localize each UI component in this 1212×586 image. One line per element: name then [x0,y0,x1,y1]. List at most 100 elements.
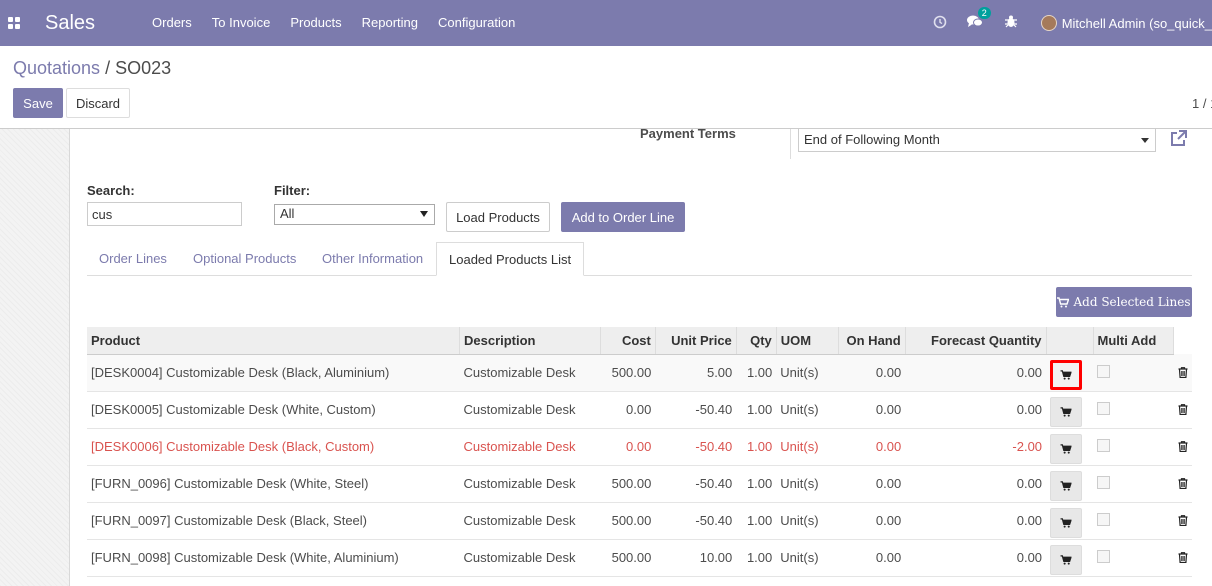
col-qty[interactable]: Qty [736,327,777,355]
cell-delete [1173,539,1192,577]
apps-grid-icon[interactable] [0,0,28,46]
add-selected-lines-button[interactable]: Add Selected Lines [1056,287,1192,317]
discard-button[interactable]: Discard [66,88,130,118]
col-unit-price[interactable]: Unit Price [655,327,737,355]
cell-action [1046,502,1094,540]
menu-reporting[interactable]: Reporting [352,0,428,46]
delete-row-button[interactable] [1178,404,1188,415]
table-row[interactable]: [DESK0006] Customizable Desk (Black, Cus… [87,428,1192,466]
search-input[interactable] [87,202,242,226]
form-content-area: Payment Terms End of Following Month Sea… [0,126,1212,586]
cell-forecast: 0.00 [905,502,1047,540]
cell-delete [1173,465,1192,503]
app-name[interactable]: Sales [45,12,95,35]
add-to-cart-button[interactable] [1050,397,1083,427]
menu-configuration[interactable]: Configuration [428,0,525,46]
clock-icon[interactable] [933,15,947,32]
menu-products[interactable]: Products [280,0,351,46]
cell-multi-add [1093,428,1174,466]
trash-icon [1178,515,1188,526]
cell-unit-price: 5.00 [655,354,737,392]
multi-add-checkbox[interactable] [1097,364,1111,378]
table-row[interactable]: [DESK0004] Customizable Desk (Black, Alu… [87,354,1192,392]
trash-icon [1178,478,1188,489]
delete-row-button[interactable] [1178,478,1188,489]
pager[interactable]: 1 / 1 [1192,96,1212,111]
col-on-hand[interactable]: On Hand [838,327,906,355]
save-button[interactable]: Save [13,88,63,118]
external-link-icon[interactable] [1168,129,1188,149]
col-delete [1173,327,1192,354]
cell-multi-add [1093,354,1174,392]
multi-add-checkbox[interactable] [1097,475,1111,489]
filter-select[interactable]: All [274,204,435,225]
col-description[interactable]: Description [459,327,601,355]
add-to-cart-button[interactable] [1050,434,1083,464]
cell-unit-price: -50.40 [655,502,737,540]
cell-on-hand: 0.00 [838,502,906,540]
col-product[interactable]: Product [87,327,460,355]
form-sheet: Payment Terms End of Following Month Sea… [69,126,1212,586]
filter-value: All [280,206,295,221]
col-multi-add[interactable]: Multi Add [1093,327,1175,355]
cell-forecast: 0.00 [905,539,1047,577]
cell-product: [DESK0005] Customizable Desk (White, Cus… [87,391,460,429]
cell-action [1046,539,1094,577]
cell-qty: 1.00 [736,391,777,429]
add-to-cart-button[interactable] [1050,508,1083,538]
table-row[interactable]: [FURN_0098] Customizable Desk (White, Al… [87,539,1192,577]
multi-add-checkbox[interactable] [1097,512,1111,526]
payment-terms-label: Payment Terms [640,126,736,141]
cell-uom: Unit(s) [776,465,839,503]
cell-qty: 1.00 [736,354,777,392]
multi-add-checkbox[interactable] [1097,549,1111,563]
cell-product: [FURN_0098] Customizable Desk (White, Al… [87,539,460,577]
tab-other-information[interactable]: Other Information [310,242,435,276]
multi-add-checkbox[interactable] [1097,401,1111,415]
cell-product: [FURN_0096] Customizable Desk (White, St… [87,465,460,503]
cell-uom: Unit(s) [776,539,839,577]
menu-orders[interactable]: Orders [142,0,202,46]
cell-forecast: 0.00 [905,465,1047,503]
payment-terms-select[interactable]: End of Following Month [798,128,1156,152]
table-row[interactable]: [FURN_0097] Customizable Desk (Black, St… [87,502,1192,540]
cell-on-hand: 0.00 [838,465,906,503]
tab-optional-products[interactable]: Optional Products [181,242,308,276]
breadcrumb-quotations[interactable]: Quotations [13,58,100,78]
menu-to-invoice[interactable]: To Invoice [202,0,281,46]
table-row[interactable]: [FURN_0096] Customizable Desk (White, St… [87,465,1192,503]
chat-icon[interactable]: 2 [966,7,991,31]
cell-cost: 0.00 [600,391,656,429]
table-row[interactable]: [DESK0005] Customizable Desk (White, Cus… [87,391,1192,429]
avatar[interactable] [1040,15,1057,31]
load-products-button[interactable]: Load Products [446,202,550,232]
add-to-cart-button[interactable] [1050,545,1083,575]
cell-on-hand: 0.00 [838,391,906,429]
cell-multi-add [1093,465,1174,503]
add-to-order-line-button[interactable]: Add to Order Line [561,202,685,232]
delete-row-button[interactable] [1178,552,1188,563]
cell-description: Customizable Desk [459,428,601,466]
tab-loaded-products-list[interactable]: Loaded Products List [436,242,585,276]
breadcrumb-current: SO023 [115,58,172,78]
col-uom[interactable]: UOM [776,327,839,355]
add-to-cart-button[interactable] [1050,360,1083,390]
bug-icon[interactable] [1004,15,1017,31]
filter-label: Filter: [274,183,311,198]
delete-row-button[interactable] [1178,366,1188,378]
top-navbar: Sales Orders To Invoice Products Reporti… [0,0,1212,46]
add-to-cart-button[interactable] [1050,471,1083,501]
cell-cost: 500.00 [600,502,656,540]
delete-row-button[interactable] [1178,441,1188,452]
tab-order-lines[interactable]: Order Lines [87,242,179,276]
user-menu[interactable]: Mitchell Admin (so_quick_ [1062,16,1212,31]
navbar-systray: 2 Mitchell Admin (so_quick_ [933,0,1212,46]
col-forecast-quantity[interactable]: Forecast Quantity [905,327,1047,355]
col-action [1046,327,1094,355]
cell-unit-price: 10.00 [655,539,737,577]
multi-add-checkbox[interactable] [1097,438,1111,452]
col-cost[interactable]: Cost [600,327,656,355]
cell-cost: 500.00 [600,465,656,503]
cell-on-hand: 0.00 [838,428,906,466]
delete-row-button[interactable] [1178,515,1188,526]
